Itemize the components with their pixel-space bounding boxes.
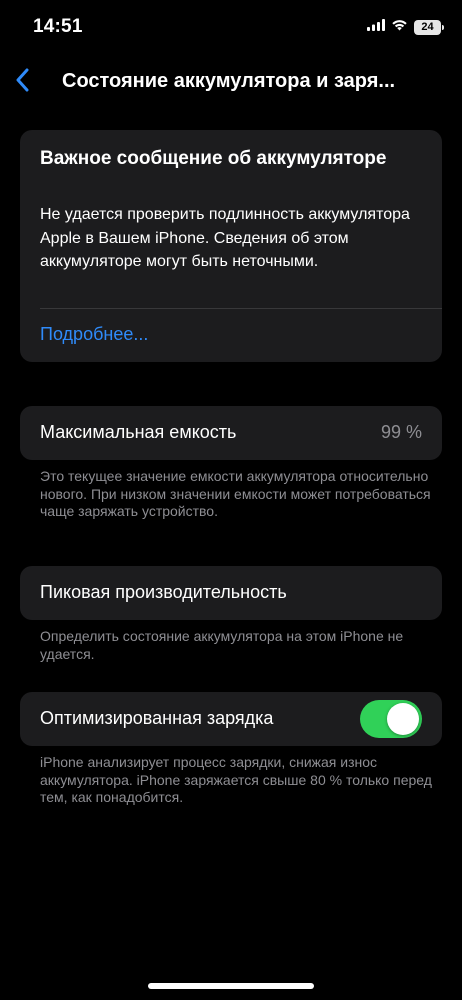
chevron-left-icon [15, 68, 29, 97]
battery-icon: 24 [414, 19, 444, 35]
peak-performance-footnote: Определить состояние аккумулятора на это… [40, 628, 404, 662]
home-indicator[interactable] [148, 983, 314, 989]
alert-divider [40, 308, 442, 309]
optimized-charging-toggle[interactable] [360, 700, 422, 738]
peak-performance-label: Пиковая производительность [40, 582, 287, 602]
cellular-signal-icon [367, 18, 385, 36]
optimized-charging-row: Оптимизированная зарядка [20, 692, 442, 746]
peak-performance-row: Пиковая производительность [20, 566, 442, 620]
wifi-icon [391, 18, 408, 36]
max-capacity-row: Максимальная емкость 99 % [20, 406, 442, 460]
battery-alert-card: Важное сообщение об аккумуляторе Не удае… [20, 130, 442, 362]
page-title: Состояние аккумулятора и заря... [62, 70, 396, 92]
max-capacity-footnote: Это текущее значение емкости аккумулятор… [40, 468, 431, 519]
optimized-charging-label: Оптимизированная зарядка [40, 708, 274, 728]
toggle-knob [387, 703, 419, 735]
max-capacity-label: Максимальная емкость [40, 422, 237, 442]
status-icons: 24 [367, 18, 444, 36]
learn-more-link[interactable]: Подробнее... [40, 324, 148, 345]
status-bar: 14:51 24 [0, 0, 462, 56]
navigation-bar: Состояние аккумулятора и заря... [0, 60, 462, 104]
max-capacity-value: 99 % [380, 422, 422, 442]
back-button[interactable] [8, 64, 36, 100]
battery-level: 24 [421, 21, 434, 33]
alert-title: Важное сообщение об аккумуляторе [40, 148, 387, 169]
alert-body: Не удается проверить подлинность аккумул… [40, 206, 410, 270]
optimized-charging-footnote: iPhone анализирует процесс зарядки, сниж… [40, 754, 432, 805]
status-time: 14:51 [33, 16, 83, 37]
